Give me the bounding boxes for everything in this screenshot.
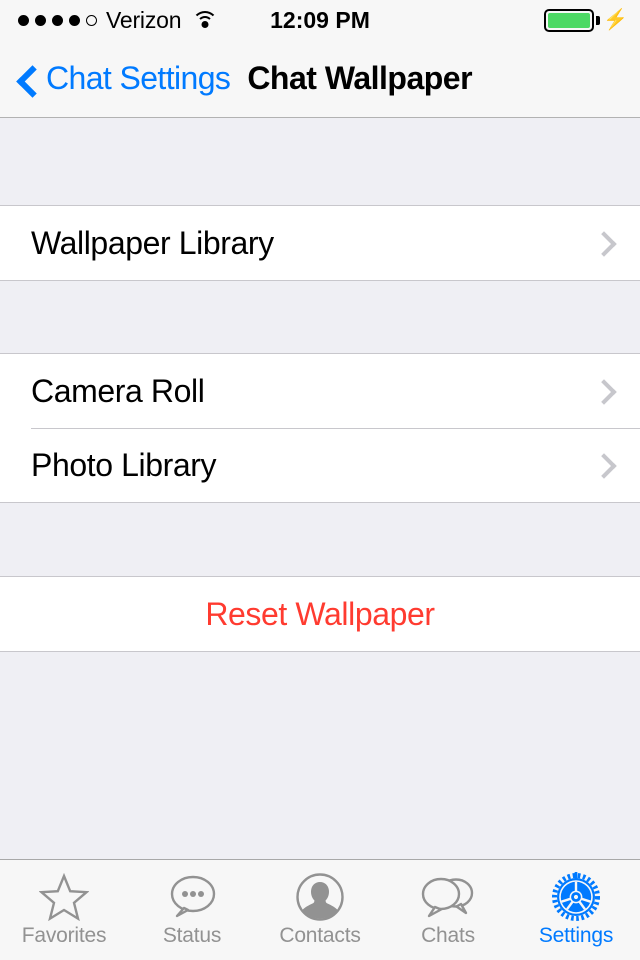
chevron-right-icon	[595, 234, 612, 251]
status-bar: Verizon 12:09 PM ⚡	[0, 0, 640, 40]
row-photo-library[interactable]: Photo Library	[0, 428, 640, 502]
gear-icon	[551, 871, 601, 923]
tab-settings[interactable]: Settings	[512, 860, 640, 960]
tab-label: Settings	[538, 924, 614, 947]
person-circle-icon	[295, 871, 345, 923]
double-speech-bubble-icon	[420, 871, 476, 923]
tab-label: Chats	[421, 924, 475, 947]
section-gap-2	[0, 503, 640, 576]
star-outline-icon	[39, 871, 89, 923]
navigation-bar: Chat Settings Chat Wallpaper	[0, 40, 640, 118]
row-label: Wallpaper Library	[31, 224, 274, 261]
row-label: Camera Roll	[31, 372, 205, 409]
battery-icon	[544, 8, 595, 32]
section-gap-top	[0, 119, 640, 205]
chevron-left-icon	[16, 68, 38, 90]
section-gap-1	[0, 281, 640, 353]
tab-favorites[interactable]: Favorites	[0, 860, 128, 960]
battery-cap	[596, 15, 601, 25]
section-photo-sources: Camera Roll Photo Library	[0, 353, 640, 503]
row-reset-wallpaper[interactable]: Reset Wallpaper	[0, 577, 640, 651]
row-label: Photo Library	[31, 446, 217, 483]
page-title: Chat Wallpaper	[247, 60, 473, 96]
settings-table: Wallpaper Library Camera Roll Photo Libr…	[0, 119, 640, 859]
status-bar-right: ⚡	[544, 8, 628, 32]
speech-bubble-dots-icon	[166, 871, 218, 923]
back-button[interactable]: Chat Settings	[16, 60, 231, 97]
row-wallpaper-library[interactable]: Wallpaper Library	[0, 206, 640, 280]
section-wallpaper-library: Wallpaper Library	[0, 205, 640, 281]
section-gap-bottom	[0, 652, 640, 824]
tab-chats[interactable]: Chats	[384, 860, 512, 960]
chevron-right-icon	[595, 382, 612, 399]
section-reset: Reset Wallpaper	[0, 576, 640, 652]
lightning-bolt-icon: ⚡	[603, 9, 628, 31]
tab-label: Favorites	[21, 924, 107, 947]
row-camera-roll[interactable]: Camera Roll	[0, 354, 640, 428]
tab-bar: Favorites Status Contacts Chats Settings	[0, 859, 640, 960]
tab-contacts[interactable]: Contacts	[256, 860, 384, 960]
tab-label: Contacts	[279, 924, 361, 947]
tab-status[interactable]: Status	[128, 860, 256, 960]
chevron-right-icon	[595, 456, 612, 473]
row-label: Reset Wallpaper	[205, 595, 435, 632]
tab-label: Status	[162, 924, 222, 947]
back-button-label: Chat Settings	[46, 60, 231, 96]
phone-screen: Verizon 12:09 PM ⚡ Chat Settings Chat Wa…	[0, 0, 640, 960]
